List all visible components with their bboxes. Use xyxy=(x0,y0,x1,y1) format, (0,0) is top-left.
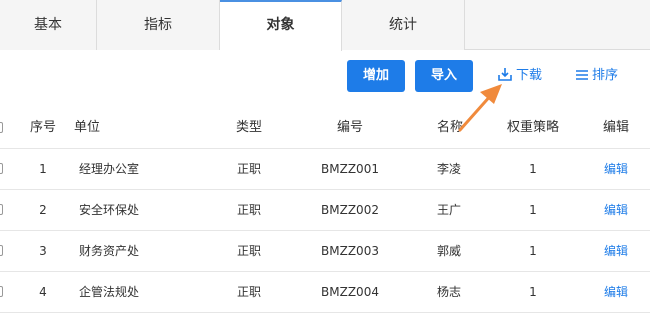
row-checkbox[interactable] xyxy=(0,163,3,174)
header-code: 编号 xyxy=(336,120,363,135)
row-name: 郭威 xyxy=(437,244,462,258)
header-weight: 权重策略 xyxy=(506,120,559,135)
header-index: 序号 xyxy=(29,120,56,135)
row-weight: 1 xyxy=(529,244,537,258)
import-button[interactable]: 导入 xyxy=(415,60,473,92)
row-unit: 安全环保处 xyxy=(79,203,140,217)
row-type: 正职 xyxy=(237,244,262,258)
tab-basic[interactable]: 基本 xyxy=(0,0,97,50)
row-unit: 企管法规处 xyxy=(79,285,140,299)
table-row: 3 财务资产处 正职 BMZZ003 郭威 1 编辑 xyxy=(0,231,650,272)
select-all-checkbox[interactable] xyxy=(0,122,3,133)
download-icon xyxy=(498,68,512,81)
row-code: BMZZ002 xyxy=(321,203,379,217)
row-weight: 1 xyxy=(529,162,537,176)
header-type: 类型 xyxy=(236,120,263,135)
row-index: 4 xyxy=(39,285,47,299)
row-code: BMZZ003 xyxy=(321,244,379,258)
row-index: 1 xyxy=(39,162,47,176)
row-unit: 财务资产处 xyxy=(79,244,140,258)
edit-link[interactable]: 编辑 xyxy=(600,231,632,271)
row-name: 李凌 xyxy=(437,162,462,176)
header-name: 名称 xyxy=(437,120,464,135)
row-code: BMZZ001 xyxy=(321,162,379,176)
sort-label: 排序 xyxy=(592,68,619,83)
download-label: 下载 xyxy=(516,68,543,83)
row-type: 正职 xyxy=(237,203,262,217)
edit-link[interactable]: 编辑 xyxy=(600,149,632,189)
row-type: 正职 xyxy=(237,162,262,176)
tab-bar: 基本 指标 对象 统计 xyxy=(0,0,650,51)
download-button[interactable]: 下载 xyxy=(497,60,542,92)
table-header: 序号 单位 类型 编号 名称 权重策略 编辑 xyxy=(0,108,650,149)
row-checkbox[interactable] xyxy=(0,245,3,256)
row-checkbox[interactable] xyxy=(0,286,3,297)
row-checkbox[interactable] xyxy=(0,204,3,215)
edit-link[interactable]: 编辑 xyxy=(600,272,632,312)
edit-link[interactable]: 编辑 xyxy=(600,190,632,230)
row-name: 王广 xyxy=(437,203,462,217)
row-weight: 1 xyxy=(529,285,537,299)
row-type: 正职 xyxy=(237,285,262,299)
table-row: 4 企管法规处 正职 BMZZ004 杨志 1 编辑 xyxy=(0,272,650,313)
list-icon xyxy=(576,70,588,80)
row-code: BMZZ004 xyxy=(321,285,379,299)
table-row: 2 安全环保处 正职 BMZZ002 王广 1 编辑 xyxy=(0,190,650,231)
header-edit: 编辑 xyxy=(602,120,629,135)
row-weight: 1 xyxy=(529,203,537,217)
sort-button[interactable]: 排序 xyxy=(575,60,618,92)
row-unit: 经理办公室 xyxy=(79,162,140,176)
header-unit: 单位 xyxy=(74,120,101,135)
row-index: 3 xyxy=(39,244,47,258)
row-name: 杨志 xyxy=(437,285,462,299)
add-button[interactable]: 增加 xyxy=(347,60,405,92)
table-row: 1 经理办公室 正职 BMZZ001 李凌 1 编辑 xyxy=(0,149,650,190)
tab-indicator[interactable]: 指标 xyxy=(97,0,220,50)
tab-statistics[interactable]: 统计 xyxy=(342,0,465,50)
row-index: 2 xyxy=(39,203,47,217)
tab-object[interactable]: 对象 xyxy=(220,0,342,51)
